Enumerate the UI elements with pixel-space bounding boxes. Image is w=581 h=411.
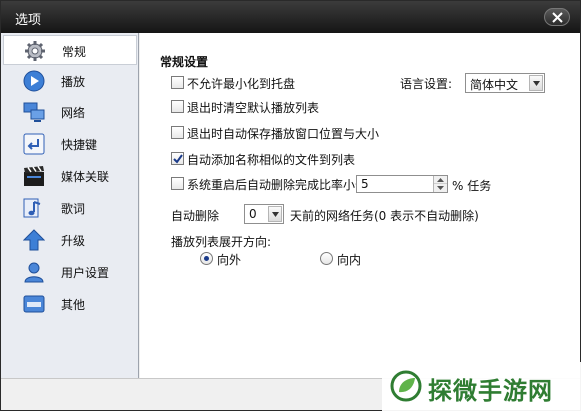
language-value: 简体中文 [470,78,519,92]
dropdown-button[interactable] [268,206,282,222]
days-value: 0 [249,207,257,221]
checkbox-label: 退出时清空默认播放列表 [187,101,320,115]
sidebar-item-general[interactable]: 常规 [3,35,137,65]
radio-label: 向内 [337,253,362,267]
playlist-direction-label: 播放列表展开方向: [171,235,272,249]
gear-icon [25,41,45,61]
close-icon [552,12,563,23]
sidebar-item-label: 歌词 [61,202,86,216]
checkbox-label: 自动添加名称相似的文件到列表 [187,153,356,167]
sidebar-item-label: 其他 [61,298,86,312]
language-label: 语言设置: [400,77,453,91]
sidebar-item-user-settings[interactable]: 用户设置 [3,257,137,287]
watermark: 探微手游网 [382,362,581,411]
etc-icon [23,295,45,313]
days-select[interactable]: 0 [244,204,284,224]
checkbox-label: 退出时自动保存播放窗口位置与大小 [187,127,380,141]
sidebar-item-label: 播放 [61,75,86,89]
enter-key-icon [23,133,45,155]
watermark-text: 探微手游网 [428,377,553,405]
ratio-suffix: % 任务 [452,179,492,193]
window-title: 选项 [15,13,42,28]
ratio-value: 5 [361,177,369,191]
sidebar-item-playback[interactable]: 播放 [3,66,137,96]
ratio-spinner[interactable]: 5 [356,175,448,193]
chevron-down-icon [437,186,444,190]
chevron-down-icon [272,212,279,217]
network-icon [23,102,45,122]
up-arrow-icon [23,229,45,251]
checkbox-label: 系统重启后自动删除完成比率小于 [187,178,368,192]
checkbox-box [171,152,184,165]
clapper-icon [24,166,44,186]
sidebar-item-lyrics[interactable]: 歌词 [3,193,137,223]
chevron-down-icon [533,81,540,86]
checkbox-box [171,177,184,190]
language-select[interactable]: 简体中文 [465,73,545,93]
checkbox-box [171,76,184,89]
checkbox-label: 不允许最小化到托盘 [187,77,296,91]
checkmark-icon [173,154,183,164]
user-icon [24,262,44,283]
close-button[interactable] [544,8,570,26]
sidebar-item-label: 媒体关联 [61,170,110,184]
dropdown-button[interactable] [529,75,543,91]
sidebar-item-label: 网络 [61,106,86,120]
sidebar-item-label: 常规 [62,45,87,59]
spinner-buttons [433,176,447,192]
spinner-down-button[interactable] [434,184,447,192]
general-settings-panel: 常规设置 不允许最小化到托盘 语言设置: 简体中文 退出时清空默认播放列表 退出… [140,33,580,378]
sidebar-item-media-association[interactable]: 媒体关联 [3,161,137,191]
checkbox-box [171,100,184,113]
play-icon [23,70,45,92]
auto-delete-label: 自动删除 [171,209,220,223]
sidebar-item-network[interactable]: 网络 [3,97,137,127]
leaf-logo-icon [390,370,422,402]
sidebar-item-label: 升级 [61,234,86,248]
radio-dot [200,252,213,265]
music-note-icon [23,198,41,218]
radio-dot [320,252,333,265]
sidebar-item-other[interactable]: 其他 [3,289,137,319]
spinner-up-button[interactable] [434,176,447,184]
section-title: 常规设置 [160,55,209,69]
sidebar-item-label: 用户设置 [61,266,110,280]
sidebar-item-hotkeys[interactable]: 快捷键 [3,129,137,159]
sidebar-item-upgrade[interactable]: 升级 [3,225,137,255]
sidebar-item-label: 快捷键 [61,138,98,152]
options-window: 选项 常规 播放 网络 快捷键 媒体关联 歌词 升级 用户设置 其他 常规设置 … [0,0,581,411]
auto-delete-suffix: 天前的网络任务(0 表示不自动删除) [290,209,479,223]
sidebar: 常规 播放 网络 快捷键 媒体关联 歌词 升级 用户设置 其他 [1,33,139,378]
title-bar[interactable]: 选项 [1,1,580,33]
checkbox-box [171,126,184,139]
chevron-up-icon [437,178,444,182]
radio-label: 向外 [217,253,242,267]
